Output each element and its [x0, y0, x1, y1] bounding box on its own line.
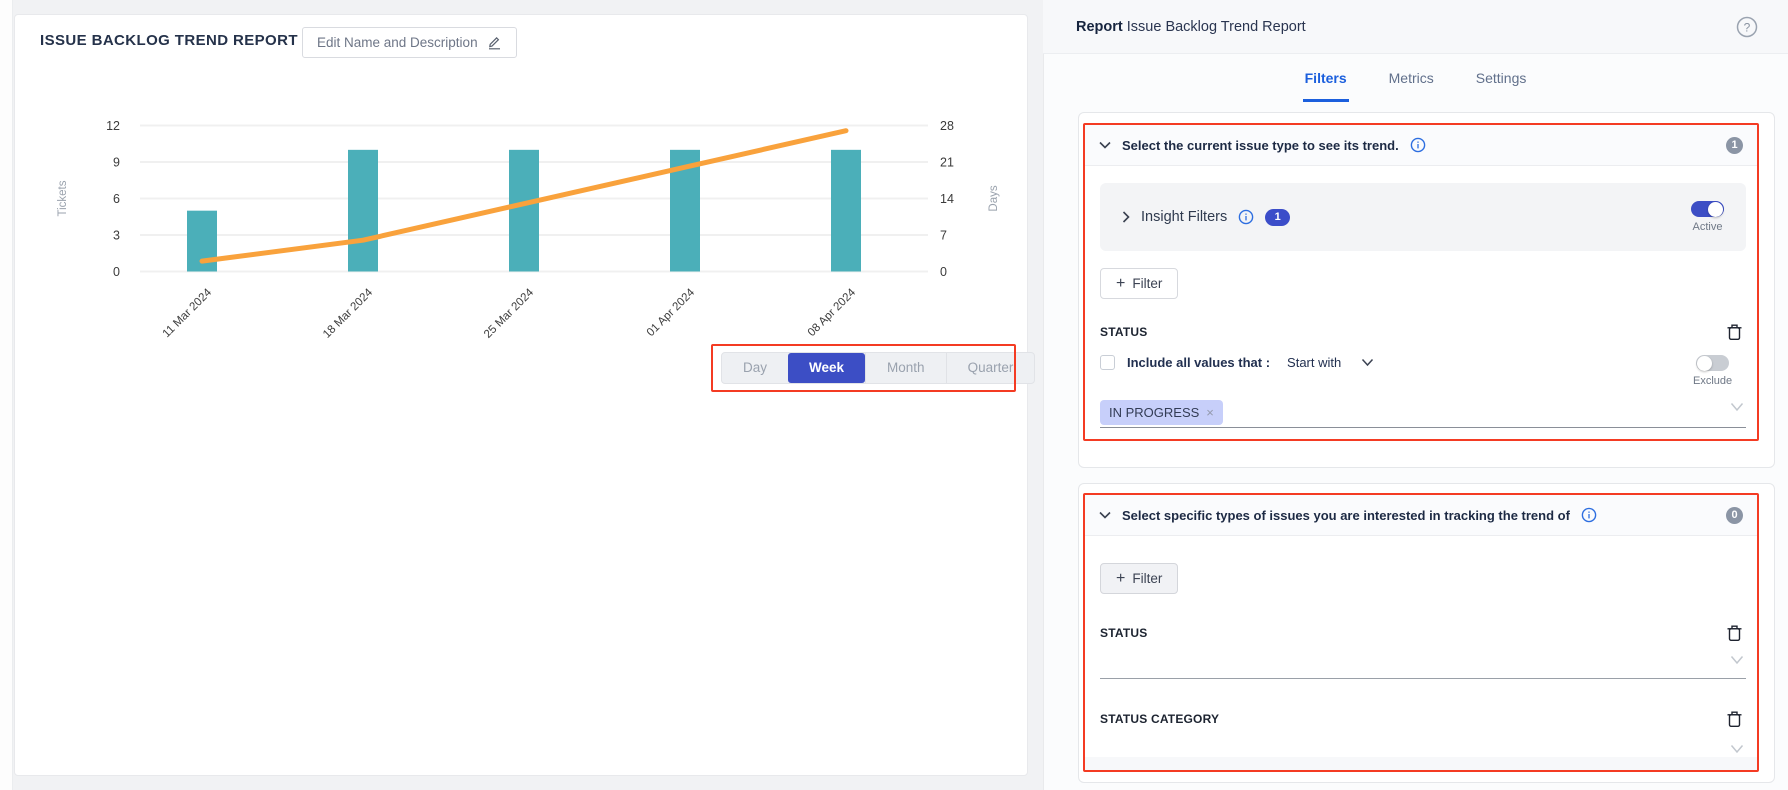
panel-header-title: Issue Backlog Trend Report — [1127, 19, 1306, 35]
svg-text:Tickets: Tickets — [57, 180, 69, 216]
svg-text:0: 0 — [940, 265, 947, 279]
edit-name-description-button[interactable]: Edit Name and Description — [302, 27, 517, 58]
insight-filters-label: Insight Filters — [1141, 209, 1227, 225]
period-option-day[interactable]: Day — [722, 353, 788, 383]
chevron-down-icon — [1099, 511, 1111, 519]
status-select[interactable] — [1100, 427, 1746, 428]
period-toggle-group: DayWeekMonthQuarter — [721, 352, 1035, 384]
plus-icon: + — [1116, 570, 1125, 588]
chevron-down-icon[interactable] — [1361, 358, 1374, 367]
edit-button-label: Edit Name and Description — [317, 35, 478, 50]
svg-text:14: 14 — [940, 192, 954, 206]
svg-text:08 Apr 2024: 08 Apr 2024 — [806, 286, 859, 339]
svg-text:28: 28 — [940, 119, 954, 133]
panel-header-label: Report — [1076, 19, 1123, 35]
include-checkbox[interactable] — [1100, 355, 1115, 370]
pencil-icon — [487, 35, 502, 50]
svg-text:0: 0 — [113, 265, 120, 279]
svg-text:Days: Days — [988, 185, 1000, 211]
chevron-down-icon[interactable] — [1730, 744, 1744, 754]
svg-text:12: 12 — [106, 119, 120, 133]
section2-title: Select specific types of issues you are … — [1122, 508, 1570, 523]
exclude-toggle[interactable] — [1696, 355, 1729, 371]
trend-chart: 12 28 9 21 6 14 3 7 0 0 11 Mar 2024 18 Mar 2024 25 M… — [50, 95, 1010, 345]
insight-filters-count-badge: 1 — [1265, 209, 1290, 226]
report-title: ISSUE BACKLOG TREND REPORT — [40, 32, 298, 49]
chevron-down-icon[interactable] — [1730, 402, 1744, 412]
info-icon[interactable] — [1410, 137, 1426, 153]
section1-count-badge: 1 — [1726, 137, 1743, 154]
panel-tabs: Filters Metrics Settings — [1043, 62, 1788, 102]
insight-filters-toggle[interactable] — [1691, 201, 1724, 217]
info-icon[interactable] — [1581, 507, 1597, 523]
status-select[interactable] — [1100, 678, 1746, 679]
section2-header[interactable]: Select specific types of issues you are … — [1085, 495, 1757, 536]
period-option-week[interactable]: Week — [788, 353, 865, 383]
panel-header: Report Issue Backlog Trend Report ? — [1043, 0, 1788, 54]
chevron-down-icon[interactable] — [1730, 655, 1744, 665]
svg-text:25 Mar 2024: 25 Mar 2024 — [482, 286, 537, 341]
add-filter-button[interactable]: + Filter — [1100, 268, 1178, 299]
chevron-down-icon — [1099, 141, 1111, 149]
insight-filters-box[interactable]: Insight Filters 1 Active — [1100, 183, 1746, 251]
tab-filters[interactable]: Filters — [1303, 62, 1349, 102]
add-filter-button[interactable]: + Filter — [1100, 563, 1178, 594]
status-category-field-label: STATUS CATEGORY — [1100, 712, 1219, 726]
section2-bottom-strip — [1085, 757, 1757, 771]
svg-text:11 Mar 2024: 11 Mar 2024 — [161, 286, 215, 340]
section2-count-badge: 0 — [1726, 507, 1743, 524]
tab-metrics[interactable]: Metrics — [1387, 62, 1436, 102]
svg-text:21: 21 — [940, 156, 954, 170]
chip-label: IN PROGRESS — [1109, 405, 1199, 420]
chevron-right-icon[interactable] — [1122, 211, 1130, 223]
plus-icon: + — [1116, 275, 1125, 293]
svg-text:01 Apr 2024: 01 Apr 2024 — [645, 286, 698, 339]
include-values-label: Include all values that : — [1127, 355, 1270, 370]
status-values-row: IN PROGRESS × — [1100, 400, 1223, 425]
svg-text:7: 7 — [940, 229, 947, 243]
filter-button-label: Filter — [1132, 571, 1162, 586]
status-field-label: STATUS — [1100, 626, 1147, 640]
status-value-chip[interactable]: IN PROGRESS × — [1100, 400, 1223, 425]
chip-close-icon[interactable]: × — [1206, 405, 1214, 420]
section1-header[interactable]: Select the current issue type to see its… — [1085, 125, 1757, 166]
trash-icon[interactable] — [1726, 710, 1743, 728]
svg-text:18 Mar 2024: 18 Mar 2024 — [321, 286, 376, 341]
period-option-quarter[interactable]: Quarter — [946, 353, 1035, 383]
trash-icon[interactable] — [1726, 624, 1743, 642]
help-icon[interactable]: ? — [1736, 16, 1758, 38]
insight-filters-toggle-label: Active — [1693, 221, 1723, 233]
trash-icon[interactable] — [1726, 323, 1743, 341]
exclude-toggle-label: Exclude — [1693, 375, 1732, 387]
svg-text:?: ? — [1744, 20, 1751, 34]
svg-text:9: 9 — [113, 156, 120, 170]
operator-value[interactable]: Start with — [1287, 355, 1341, 370]
left-edge-strip — [0, 0, 13, 790]
section1-title: Select the current issue type to see its… — [1122, 138, 1399, 153]
info-icon[interactable] — [1238, 209, 1254, 225]
period-option-month[interactable]: Month — [865, 353, 946, 383]
svg-text:6: 6 — [113, 192, 120, 206]
tab-settings[interactable]: Settings — [1474, 62, 1529, 102]
exclude-toggle-col: Exclude — [1693, 355, 1732, 387]
svg-text:3: 3 — [113, 229, 120, 243]
filter-button-label: Filter — [1132, 276, 1162, 291]
include-values-row: Include all values that : Start with — [1100, 355, 1374, 370]
status-field-label: STATUS — [1100, 325, 1147, 339]
